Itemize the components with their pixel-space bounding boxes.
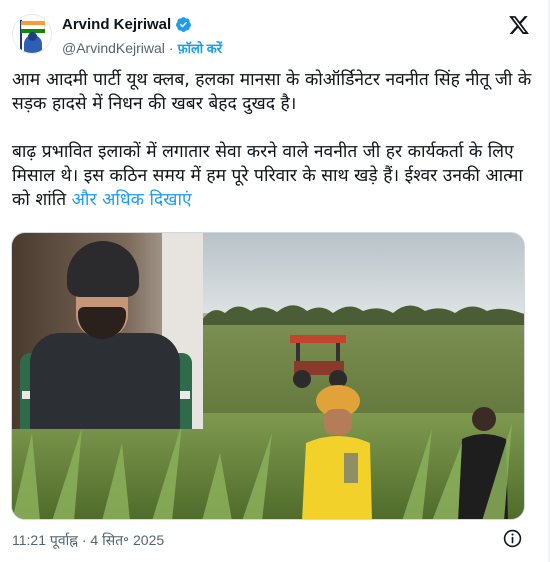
tweet-media[interactable] [11,232,525,520]
info-icon[interactable] [503,529,522,548]
tweet-card: Arvind Kejriwal @ArvindKejriwal · फ़ॉलो … [0,0,550,562]
tweet-paragraph-1: आम आदमी पार्टी यूथ क्लब, हलका मानसा के क… [12,70,532,114]
author-handle[interactable]: @ArvindKejriwal [62,40,165,56]
tractor-shape [290,335,347,388]
author-name[interactable]: Arvind Kejriwal [62,16,171,33]
x-logo-icon[interactable] [508,14,530,36]
author-name-row[interactable]: Arvind Kejriwal [62,16,192,33]
field-photo-treeline [203,305,524,327]
portrait-photo[interactable] [12,233,203,429]
handle-separator: · [168,40,174,56]
tweet-timestamp[interactable]: 11:21 पूर्वाह्न · 4 सित॰ 2025 [12,531,164,550]
tweet-paragraph-2: बाढ़ प्रभावित इलाकों में लगातार सेवा करन… [12,140,538,212]
author-handle-row: @ArvindKejriwal · फ़ॉलो करें [62,39,222,57]
tweet-text: आम आदमी पार्टी यूथ क्लब, हलका मानसा के क… [12,68,538,212]
follow-button[interactable]: फ़ॉलो करें [178,39,222,57]
verified-badge-icon [176,17,192,32]
avatar-figure-head [28,32,37,41]
portrait-jacket [30,333,180,429]
avatar[interactable] [12,14,52,54]
crop-leaves-shape [12,423,512,519]
show-more-link[interactable]: और अधिक दिखाएं [72,190,192,210]
